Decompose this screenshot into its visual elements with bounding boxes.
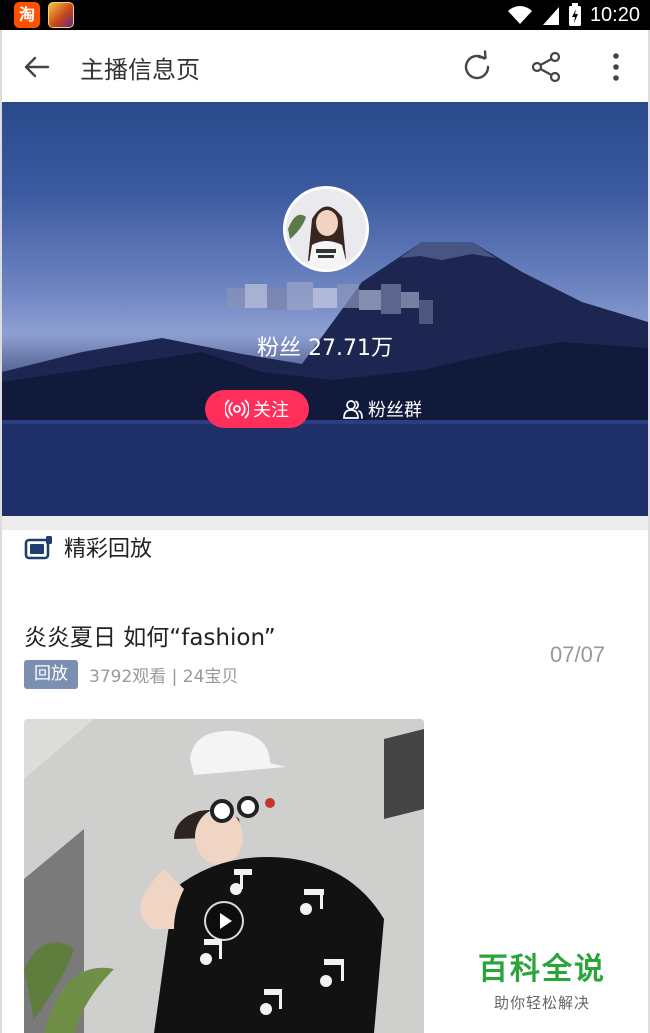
signal-icon [542, 7, 559, 25]
video-date: 07/07 [550, 642, 606, 667]
refresh-icon[interactable] [460, 50, 494, 84]
watermark-subtitle: 助你轻松解决 [493, 994, 590, 1012]
back-arrow-icon[interactable] [22, 52, 52, 82]
watermark-title: 百科全说 [478, 952, 606, 987]
taobao-glyph: 淘 [18, 5, 35, 24]
section-title: 精彩回放 [64, 537, 153, 562]
play-icon[interactable] [204, 901, 244, 941]
video-thumbnail[interactable] [24, 719, 424, 1033]
app-header: 主播信息页 [0, 30, 650, 102]
streamer-name-blurred [227, 282, 433, 324]
replay-tag: 回放 [24, 660, 78, 689]
replay-section-header: 精彩回放 [24, 530, 152, 564]
video-stats: 3792观看 | 24宝贝 [89, 667, 239, 687]
live-broadcast-icon [225, 399, 249, 419]
section-divider [2, 516, 648, 530]
fan-group-label: 粉丝群 [368, 400, 422, 421]
people-icon [343, 400, 363, 419]
fans-count: 粉丝 27.71万 [257, 336, 393, 361]
fan-group-button[interactable]: 粉丝群 [342, 390, 422, 428]
left-edge [0, 102, 2, 1033]
watermark-logo: 百科全说 助你轻松解决 [462, 944, 622, 1013]
follow-label: 关注 [253, 400, 289, 421]
game-app-icon [48, 2, 74, 28]
battery-icon [568, 3, 581, 26]
taobao-app-icon: 淘 [14, 2, 40, 28]
more-vertical-icon[interactable] [600, 50, 634, 84]
thumbnail-image [24, 719, 424, 1033]
video-title[interactable]: 炎炎夏日 如何“fashion” [24, 618, 276, 652]
status-time: 10:20 [589, 3, 640, 26]
follow-button[interactable]: 关注 [205, 390, 309, 428]
video-camera-icon [24, 536, 52, 560]
profile-banner: 粉丝 27.71万 关注 粉丝群 [2, 102, 648, 516]
wifi-icon [507, 6, 532, 24]
streamer-avatar[interactable] [283, 186, 369, 272]
page-title: 主播信息页 [80, 56, 200, 84]
status-bar: 淘 10:20 [0, 0, 650, 30]
share-icon[interactable] [529, 50, 563, 84]
